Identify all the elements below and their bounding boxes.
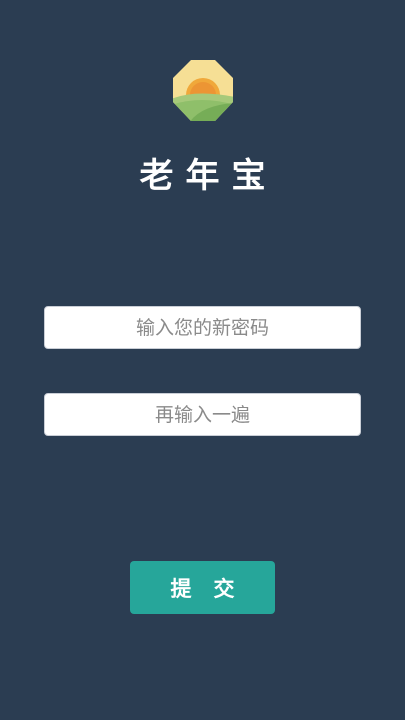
submit-button[interactable]: 提交 bbox=[130, 561, 275, 614]
app-title: 老年宝 bbox=[139, 156, 278, 196]
new-password-input[interactable] bbox=[44, 306, 361, 349]
sunrise-logo-icon bbox=[173, 60, 233, 121]
confirm-password-input[interactable] bbox=[44, 393, 361, 436]
app-logo-icon bbox=[171, 59, 235, 123]
